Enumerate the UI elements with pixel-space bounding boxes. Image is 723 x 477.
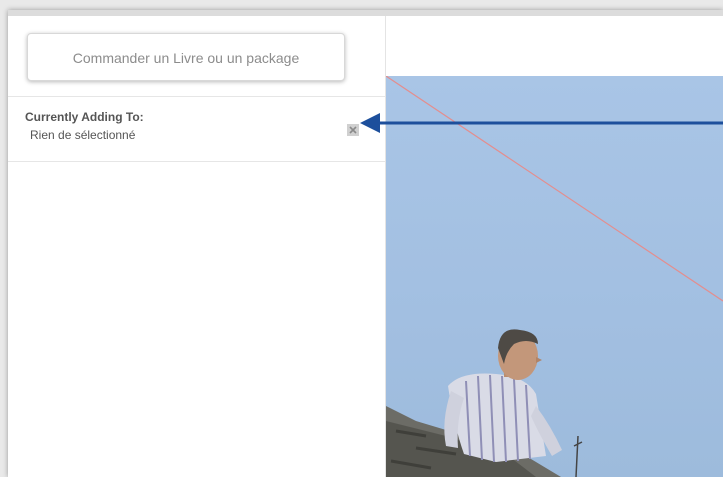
- currently-adding-title: Currently Adding To:: [25, 110, 144, 124]
- photo-illustration: [386, 76, 723, 477]
- person-shirt: [448, 373, 546, 462]
- page-photo[interactable]: [386, 76, 723, 477]
- close-icon[interactable]: [347, 124, 359, 136]
- currently-adding-value: Rien de sélectionné: [30, 128, 136, 142]
- guide-line: [386, 76, 723, 302]
- app-window: Commander un Livre ou un package Current…: [8, 10, 723, 477]
- order-book-button[interactable]: Commander un Livre ou un package: [27, 33, 345, 81]
- canvas-header: [386, 16, 723, 76]
- sidebar: Commander un Livre ou un package Current…: [8, 16, 386, 477]
- currently-adding-panel: Currently Adding To: Rien de sélectionné: [8, 96, 385, 162]
